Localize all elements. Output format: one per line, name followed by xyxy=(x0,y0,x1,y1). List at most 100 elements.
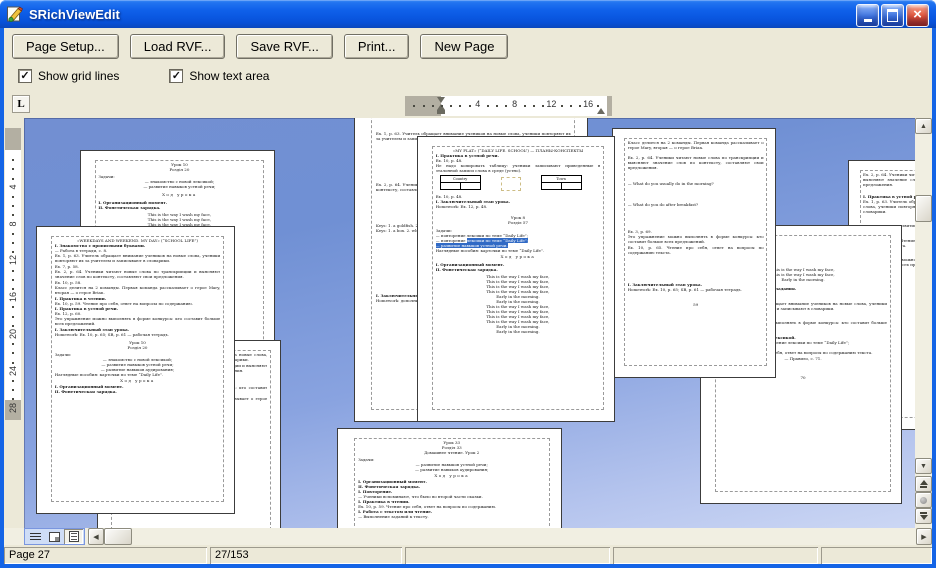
vertical-scroll-thumb[interactable] xyxy=(915,195,932,222)
ruler-number: 4 xyxy=(8,184,18,189)
page-center[interactable]: «MY FLAT» (“DAILY LIFE. SCHOOL”) — ПЛАНЫ… xyxy=(417,136,615,422)
next-page-icon xyxy=(920,512,928,520)
ruler-number: 24 xyxy=(8,366,18,376)
ruler-tick xyxy=(12,398,14,400)
mini-tables: CountryTown xyxy=(440,175,601,191)
option-show-text-area[interactable]: ✓ Show text area xyxy=(169,66,269,86)
horizontal-scroll-thumb[interactable] xyxy=(104,528,132,545)
tab-alignment-selector[interactable]: L xyxy=(12,95,30,113)
ruler-tick xyxy=(441,105,443,107)
ruler-tick xyxy=(12,196,14,198)
toolbar-button-load-rvf[interactable]: Load RVF... xyxy=(130,34,226,59)
status-panel-5 xyxy=(821,547,932,564)
browse-object-icon xyxy=(920,497,927,504)
page-layout-icon xyxy=(69,531,79,542)
ruler-tick xyxy=(413,105,415,107)
scroll-up-button[interactable]: ▲ xyxy=(915,118,932,134)
web-layout-view-button[interactable] xyxy=(45,529,64,544)
window-title: SRichViewEdit xyxy=(29,7,120,22)
status-panel-3 xyxy=(405,547,610,564)
toolbar-button-new-page[interactable]: New Page xyxy=(420,34,508,59)
ruler-tick xyxy=(12,279,14,281)
ruler-tick xyxy=(12,316,14,318)
ruler-tick xyxy=(12,362,14,364)
toolbar-button-save-rvf[interactable]: Save RVF... xyxy=(236,34,332,59)
ruler-tick xyxy=(12,242,14,244)
minimize-icon xyxy=(864,19,872,22)
title-bar[interactable]: SRichViewEdit × xyxy=(0,0,936,28)
ruler-number: 12 xyxy=(546,99,556,109)
scroll-left-button[interactable]: ◀ xyxy=(88,528,104,545)
page-text: Класс делится на 2 команды. Первая коман… xyxy=(628,140,764,364)
ruler-number: 16 xyxy=(8,292,18,302)
minimize-button[interactable] xyxy=(856,4,879,27)
ruler-tick xyxy=(450,105,452,107)
status-bar: Page 2727/153 xyxy=(4,547,932,564)
toolbar: Page Setup... Load RVF... Save RVF... Print… xyxy=(4,34,508,62)
ruler-tick xyxy=(12,251,14,253)
checkbox-icon[interactable]: ✓ xyxy=(18,69,32,83)
toolbar-button-print[interactable]: Print... xyxy=(344,34,410,59)
ruler-number: 8 xyxy=(512,99,517,109)
ruler-tick xyxy=(505,105,507,107)
ruler-tick xyxy=(496,105,498,107)
ruler-tick xyxy=(12,205,14,207)
select-browse-object-button[interactable] xyxy=(915,492,932,508)
ruler-tick xyxy=(12,306,14,308)
page-left-front[interactable]: «WEEKDAYS AND WEEKEND. MY DAY» (“SCHOOL … xyxy=(36,226,235,514)
ruler-number: 8 xyxy=(8,221,18,226)
ruler-tick xyxy=(12,270,14,272)
app-icon xyxy=(5,4,25,24)
option-label: Show grid lines xyxy=(38,69,119,83)
ruler-tick xyxy=(533,105,535,107)
page-bottom-center[interactable]: Урок 33Розділ 33Домашнее чтение. Урок 2З… xyxy=(337,428,562,528)
ruler-tick xyxy=(12,380,14,382)
ruler-tick xyxy=(12,343,14,345)
ruler-tick xyxy=(597,105,599,107)
ruler-number: 4 xyxy=(475,99,480,109)
ruler-tick xyxy=(432,105,434,107)
scroll-down-button[interactable]: ▼ xyxy=(915,458,932,474)
status-panel-4 xyxy=(613,547,818,564)
left-indent-marker[interactable] xyxy=(437,110,445,114)
ruler-tick xyxy=(12,178,14,180)
normal-view-button[interactable] xyxy=(26,529,45,544)
scroll-right-button[interactable]: ▶ xyxy=(916,528,932,545)
maximize-button[interactable] xyxy=(881,4,904,27)
document-canvas[interactable]: Ex. 2, p. 64. Ученики читают новые слова… xyxy=(24,118,915,528)
ruler-tick xyxy=(12,325,14,327)
option-label: Show text area xyxy=(189,69,269,83)
ruler-number: 20 xyxy=(8,329,18,339)
page-top-right[interactable]: Класс делится на 2 команды. Первая коман… xyxy=(612,128,776,378)
ruler-tick xyxy=(12,352,14,354)
previous-page-button[interactable] xyxy=(915,476,932,492)
checkbox-icon[interactable]: ✓ xyxy=(169,69,183,83)
ruler-tick xyxy=(579,105,581,107)
ruler-tick xyxy=(12,168,14,170)
ruler-tick xyxy=(561,105,563,107)
ruler-tick xyxy=(570,105,572,107)
web-layout-icon xyxy=(49,532,60,542)
first-line-indent-marker[interactable] xyxy=(437,97,445,103)
ruler-tick xyxy=(12,159,14,161)
right-indent-marker[interactable] xyxy=(597,108,605,114)
previous-page-icon xyxy=(920,480,928,488)
vertical-ruler[interactable]: 481216202428 xyxy=(5,128,21,420)
ruler-number: 28 xyxy=(8,403,18,413)
bottom-bar: ◀ ▶ xyxy=(4,528,932,545)
ruler-tick xyxy=(12,288,14,290)
page-layout-view-button[interactable] xyxy=(64,529,83,544)
ruler-tick xyxy=(12,214,14,216)
ruler-tick xyxy=(459,105,461,107)
next-page-button[interactable] xyxy=(915,508,932,524)
horizontal-ruler[interactable]: 481216 xyxy=(405,96,612,116)
normal-view-icon xyxy=(30,533,41,541)
option-show-grid-lines[interactable]: ✓ Show grid lines xyxy=(18,66,119,86)
vertical-scrollbar[interactable]: ▲ ▼ xyxy=(915,118,932,528)
ruler-margin-top xyxy=(5,128,21,150)
maximize-icon xyxy=(887,9,898,22)
view-mode-buttons xyxy=(24,528,85,545)
toolbar-button-page-setup[interactable]: Page Setup... xyxy=(12,34,119,59)
ruler-tick xyxy=(423,105,425,107)
close-button[interactable]: × xyxy=(906,4,929,27)
